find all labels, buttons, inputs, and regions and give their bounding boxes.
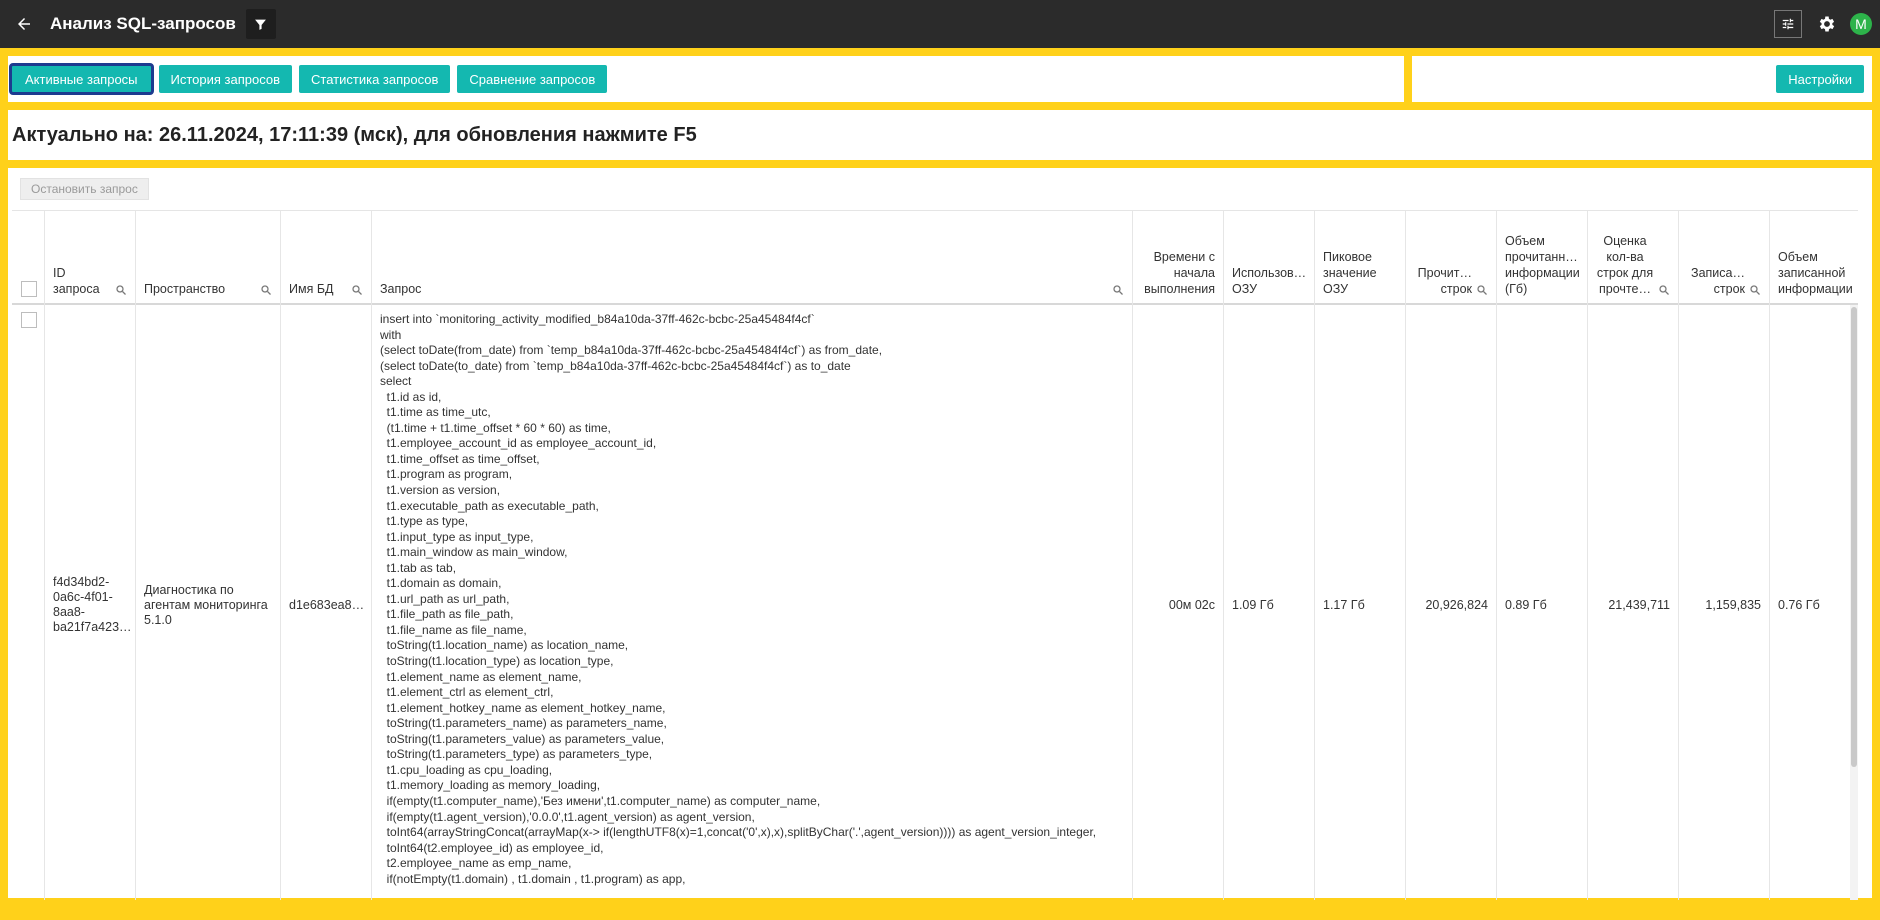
grid-panel: Остановить запрос ID запроса Пространств… — [8, 168, 1872, 900]
header-elapsed[interactable]: Времени с начала выполнения — [1133, 211, 1224, 305]
app-title: Анализ SQL-запросов — [50, 14, 236, 33]
scrollbar-thumb[interactable] — [1851, 307, 1857, 767]
header-est-rows[interactable]: Оценка кол-ва строк для прочте… — [1588, 211, 1679, 305]
settings-button[interactable]: Настройки — [1776, 65, 1864, 93]
select-all-cell — [12, 211, 45, 305]
row-checkbox[interactable] — [21, 312, 37, 328]
tab-query-statistics[interactable]: Статистика запросов — [299, 65, 451, 93]
header-written-rows[interactable]: Записа… строк — [1679, 211, 1770, 305]
back-button[interactable] — [0, 0, 48, 48]
header-written-volume[interactable]: Объем записанной информации — [1770, 211, 1853, 305]
search-icon[interactable] — [1749, 284, 1761, 296]
back-arrow-icon — [18, 18, 30, 30]
cell-written-rows[interactable]: 1,159,835 — [1679, 305, 1770, 900]
cell-space[interactable]: Диагностика по агентам мониторинга 5.1.0 — [136, 305, 281, 900]
row-select-cell — [12, 305, 45, 900]
cell-read-volume[interactable]: 0.89 Гб — [1497, 305, 1588, 900]
filter-icon — [255, 19, 267, 30]
tabs-panel: Активные запросы История запросов Статис… — [8, 56, 1404, 102]
cell-ram[interactable]: 1.09 Гб — [1224, 305, 1315, 900]
stop-query-button[interactable]: Остановить запрос — [20, 178, 149, 200]
top-bar: Анализ SQL-запросов M — [0, 0, 1880, 48]
search-icon[interactable] — [351, 284, 363, 296]
cell-db[interactable]: d1e683ea8… — [281, 305, 372, 900]
cell-elapsed[interactable]: 00м 02с — [1133, 305, 1224, 900]
header-read-volume[interactable]: Объем прочитанн… информации (Гб) — [1497, 211, 1588, 305]
cell-query[interactable]: insert into `monitoring_activity_modifie… — [372, 305, 1133, 900]
select-all-checkbox[interactable] — [21, 281, 37, 297]
filter-button[interactable] — [245, 9, 276, 39]
search-icon[interactable] — [115, 284, 127, 296]
tune-button[interactable] — [1774, 10, 1802, 38]
header-ram[interactable]: Использов… ОЗУ — [1224, 211, 1315, 305]
avatar[interactable]: M — [1850, 13, 1872, 35]
settings-gear-button[interactable] — [1814, 11, 1840, 37]
header-peak[interactable]: Пиковое значение ОЗУ — [1315, 211, 1406, 305]
header-db[interactable]: Имя БД — [281, 211, 372, 305]
tune-icon — [1782, 18, 1794, 30]
grid-toolbar: Остановить запрос — [20, 178, 149, 200]
status-text: Актуально на: 26.11.2024, 17:11:39 (мск)… — [12, 123, 697, 146]
gear-icon — [1819, 16, 1835, 32]
tab-query-comparison[interactable]: Сравнение запросов — [457, 65, 608, 93]
cell-written-volume[interactable]: 0.76 Гб — [1770, 305, 1850, 900]
search-icon[interactable] — [1112, 284, 1124, 296]
vertical-scrollbar[interactable] — [1850, 305, 1858, 900]
queries-table: ID запроса Пространство Имя БД Запрос Вр… — [12, 210, 1858, 900]
status-panel: Актуально на: 26.11.2024, 17:11:39 (мск)… — [8, 110, 1872, 160]
tab-query-history[interactable]: История запросов — [158, 65, 293, 93]
tab-active-queries[interactable]: Активные запросы — [9, 63, 154, 95]
header-read-rows[interactable]: Прочит… строк — [1406, 211, 1497, 305]
cell-id[interactable]: f4d34bd2-0a6c-4f01-8aa8-ba21f7a423… — [45, 305, 136, 900]
settings-panel: Настройки — [1412, 56, 1872, 102]
search-icon[interactable] — [1658, 284, 1670, 296]
header-space[interactable]: Пространство — [136, 211, 281, 305]
header-id[interactable]: ID запроса — [45, 211, 136, 305]
search-icon[interactable] — [260, 284, 272, 296]
cell-peak[interactable]: 1.17 Гб — [1315, 305, 1406, 900]
table-header: ID запроса Пространство Имя БД Запрос Вр… — [12, 211, 1858, 305]
table-body: f4d34bd2-0a6c-4f01-8aa8-ba21f7a423… Диаг… — [12, 305, 1858, 900]
cell-read-rows[interactable]: 20,926,824 — [1406, 305, 1497, 900]
search-icon[interactable] — [1476, 284, 1488, 296]
header-query[interactable]: Запрос — [372, 211, 1133, 305]
cell-est-rows[interactable]: 21,439,711 — [1588, 305, 1679, 900]
